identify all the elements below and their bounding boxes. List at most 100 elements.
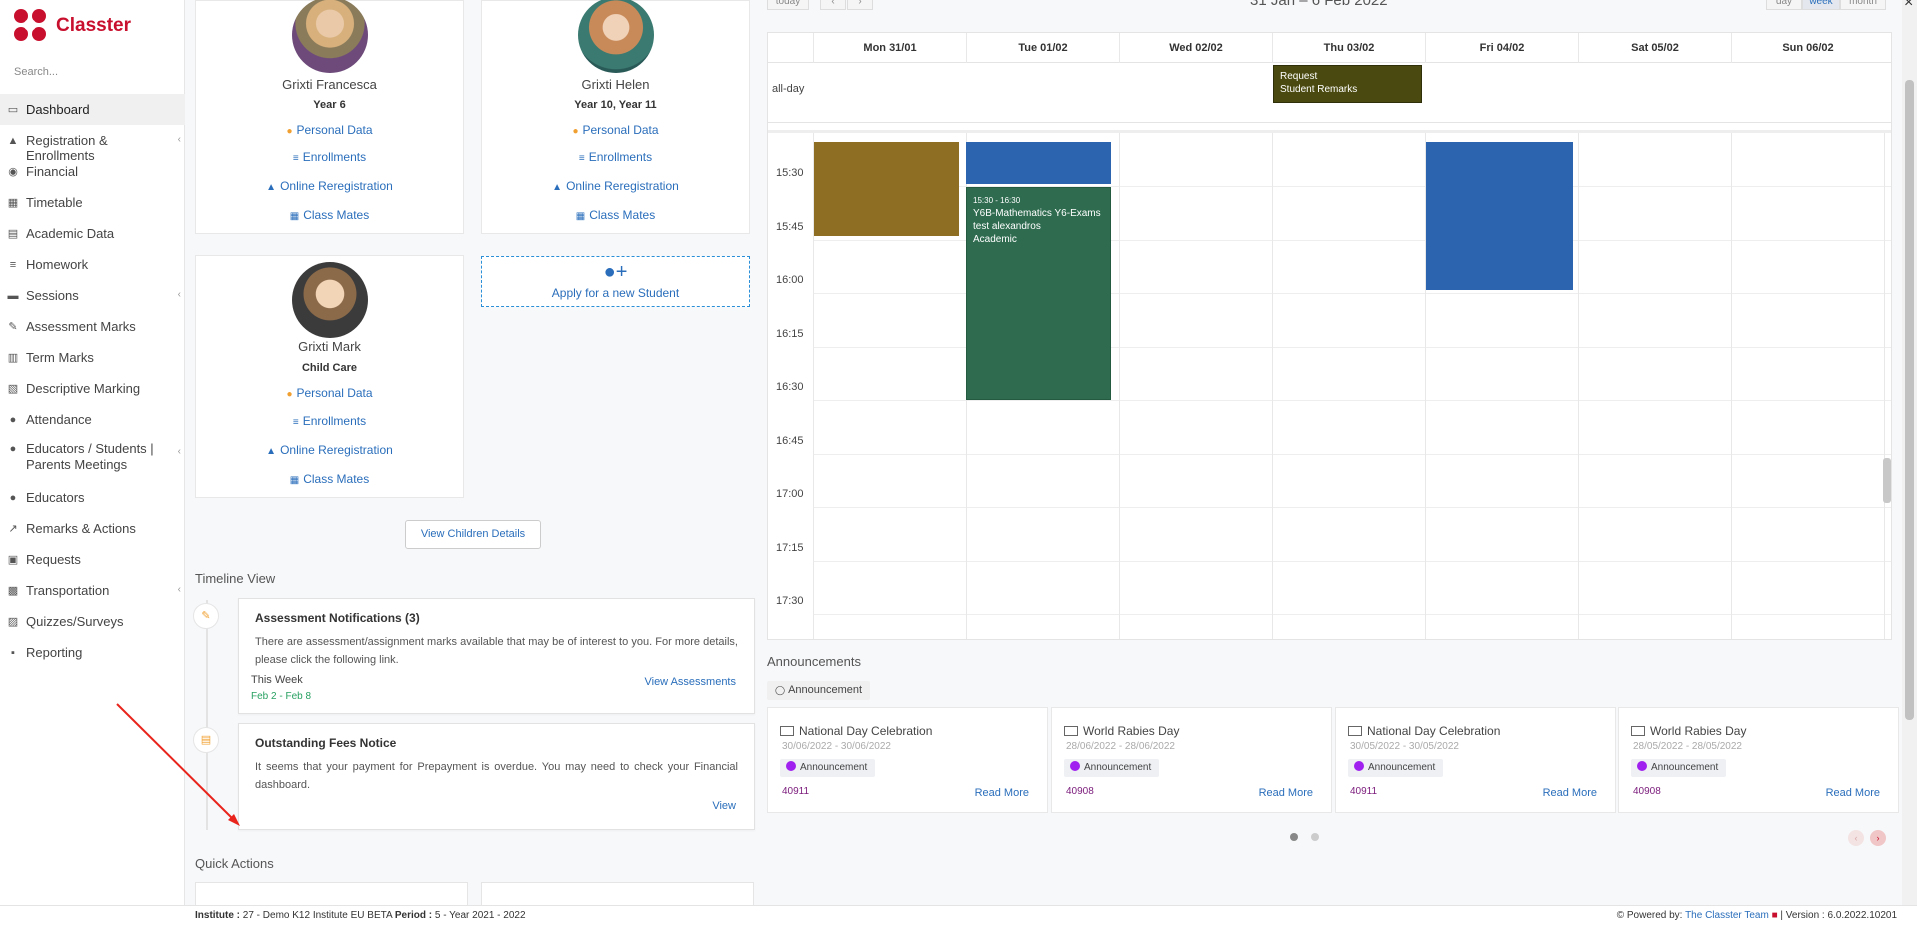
user-check-icon: ● [9, 414, 17, 426]
sidebar-item-label: Attendance [26, 412, 92, 427]
class-mates-link[interactable]: ▦ Class Mates [196, 472, 463, 486]
sidebar-item-remarks-actions[interactable]: ↗ Remarks & Actions [0, 513, 185, 544]
day-view-button[interactable]: day [1766, 0, 1802, 10]
sidebar-item-financial[interactable]: ◉ Financial [0, 156, 185, 187]
announcement-title[interactable]: National Day Celebration [1348, 724, 1500, 738]
sidebar-item-educators-students-parents-meetings[interactable]: ● Educators / Students | Parents Meetings… [0, 435, 185, 482]
sidebar-item-reporting[interactable]: ▪ Reporting [0, 637, 185, 668]
next-week-button[interactable]: › [847, 0, 873, 10]
link-label: Online Reregistration [566, 179, 679, 193]
class-mates-link[interactable]: ▦ Class Mates [482, 208, 749, 222]
personal-data-link[interactable]: ● Personal Data [482, 123, 749, 137]
sidebar-item-transportation[interactable]: ▩ Transportation ‹ [0, 575, 185, 606]
carousel-next-button[interactable]: › [1870, 830, 1886, 846]
announcement-number: 40908 [1066, 786, 1094, 797]
online-reregistration-link[interactable]: ▲ Online Reregistration [196, 443, 463, 457]
inbox-icon: ▣ [7, 554, 19, 566]
calendar-event-mathematics[interactable]: 15:30 - 16:30 Y6B-Mathematics Y6-Exams t… [966, 187, 1111, 400]
list-icon: ≡ [292, 417, 299, 428]
day-header[interactable]: Thu 03/02 [1272, 33, 1425, 63]
enrollments-link[interactable]: ≡ Enrollments [482, 150, 749, 164]
personal-data-link[interactable]: ● Personal Data [196, 386, 463, 400]
month-view-button[interactable]: month [1840, 0, 1886, 10]
today-button[interactable]: today [767, 0, 809, 10]
announcement-title[interactable]: World Rabies Day [1064, 724, 1179, 738]
carousel-prev-button[interactable]: ‹ [1848, 830, 1864, 846]
view-assessments-link[interactable]: View Assessments [644, 676, 736, 688]
calendar-event-olive[interactable] [814, 142, 959, 236]
sidebar-item-label: Academic Data [26, 226, 115, 241]
online-reregistration-link[interactable]: ▲ Online Reregistration [482, 179, 749, 193]
child-avatar[interactable] [292, 0, 368, 73]
announcement-filter-tag[interactable]: ◯ Announcement [767, 681, 871, 700]
view-fees-link[interactable]: View [712, 800, 736, 812]
time-label: 16:00 [776, 274, 804, 286]
coins-icon: ◉ [8, 166, 18, 178]
carousel-dot-2[interactable] [1311, 833, 1319, 841]
announcement-title[interactable]: World Rabies Day [1631, 724, 1746, 738]
enrollments-link[interactable]: ≡ Enrollments [196, 150, 463, 164]
sidebar-item-educators[interactable]: ● Educators [0, 482, 185, 513]
sidebar-item-quizzes-surveys[interactable]: ▨ Quizzes/Surveys [0, 606, 185, 637]
page-scrollbar-thumb[interactable] [1905, 80, 1914, 720]
announcement-dates: 28/06/2022 - 28/06/2022 [1066, 741, 1175, 752]
personal-data-link[interactable]: ● Personal Data [196, 123, 463, 137]
read-more-link[interactable]: Read More [1826, 787, 1880, 799]
enrollments-link[interactable]: ≡ Enrollments [196, 414, 463, 428]
sidebar-item-timetable[interactable]: ▦ Timetable [0, 187, 185, 218]
allday-event[interactable]: Request Student Remarks [1273, 65, 1422, 103]
sidebar-item-requests[interactable]: ▣ Requests [0, 544, 185, 575]
sidebar-item-sessions[interactable]: ▬ Sessions ‹ [0, 280, 185, 311]
institution-icon: ▲ [266, 446, 277, 457]
read-more-link[interactable]: Read More [1259, 787, 1313, 799]
sidebar-item-descriptive-marking[interactable]: ▧ Descriptive Marking [0, 373, 185, 404]
online-reregistration-link[interactable]: ▲ Online Reregistration [196, 179, 463, 193]
calendar-event-blue-friday[interactable] [1426, 142, 1573, 290]
quick-action-card[interactable] [195, 882, 468, 906]
day-header[interactable]: Mon 31/01 [813, 33, 966, 63]
child-avatar[interactable] [292, 262, 368, 338]
day-header[interactable]: Sun 06/02 [1731, 33, 1884, 63]
quick-action-card[interactable] [481, 882, 754, 906]
page-scrollbar[interactable] [1902, 0, 1917, 905]
close-icon[interactable]: × [1904, 0, 1913, 12]
link-label: Online Reregistration [280, 179, 393, 193]
day-header[interactable]: Tue 01/02 [966, 33, 1119, 63]
day-header[interactable]: Wed 02/02 [1119, 33, 1272, 63]
sidebar-item-attendance[interactable]: ● Attendance [0, 404, 185, 435]
read-more-link[interactable]: Read More [975, 787, 1029, 799]
view-children-details-button[interactable]: View Children Details [405, 520, 541, 549]
sidebar-search-input[interactable]: Search... [14, 66, 58, 78]
sidebar-item-label: Financial [26, 164, 79, 179]
calendar-scrollbar[interactable] [1883, 458, 1891, 503]
week-view-button[interactable]: week [1802, 0, 1840, 10]
child-year: Child Care [301, 362, 357, 374]
child-avatar[interactable] [578, 0, 654, 73]
read-more-link[interactable]: Read More [1543, 787, 1597, 799]
bus-icon: ▩ [7, 585, 19, 597]
classter-team-link[interactable]: The Classter Team [1685, 910, 1769, 921]
event-text: 15:30 - 16:30 Y6B-Mathematics Y6-Exams t… [973, 194, 1101, 246]
carousel-dot-1[interactable] [1290, 833, 1298, 841]
sidebar-item-dashboard[interactable]: ▭ Dashboard [0, 94, 185, 125]
badge-label: Announcement [1084, 762, 1152, 773]
sidebar-item-assessment-marks[interactable]: ✎ Assessment Marks [0, 311, 185, 342]
column-divider [1119, 133, 1120, 639]
brand-logo[interactable]: Classter [14, 8, 131, 44]
calendar-event-blue[interactable] [966, 142, 1111, 184]
announcement-card: National Day Celebration 30/06/2022 - 30/… [767, 707, 1048, 813]
sidebar-item-registration-enrollments[interactable]: ▲ Registration & Enrollments ‹ [0, 125, 185, 163]
day-header[interactable]: Sat 05/02 [1578, 33, 1731, 63]
tag-icon: ◯ [775, 685, 786, 695]
sidebar-item-label: Homework [26, 257, 89, 272]
announcement-title[interactable]: National Day Celebration [780, 724, 932, 738]
calendar-range: 31 Jan – 6 Feb 2022 [1250, 0, 1388, 9]
day-header[interactable]: Fri 04/02 [1425, 33, 1578, 63]
apply-new-student-button[interactable]: ●+ Apply for a new Student [481, 256, 750, 307]
sidebar-item-academic-data[interactable]: ▤ Academic Data [0, 218, 185, 249]
prev-week-button[interactable]: ‹ [820, 0, 846, 10]
sidebar-item-homework[interactable]: ≡ Homework [0, 249, 185, 280]
class-mates-link[interactable]: ▦ Class Mates [196, 208, 463, 222]
institute-value: 27 - Demo K12 Institute EU BETA [242, 910, 393, 921]
sidebar-item-term-marks[interactable]: ▥ Term Marks [0, 342, 185, 373]
